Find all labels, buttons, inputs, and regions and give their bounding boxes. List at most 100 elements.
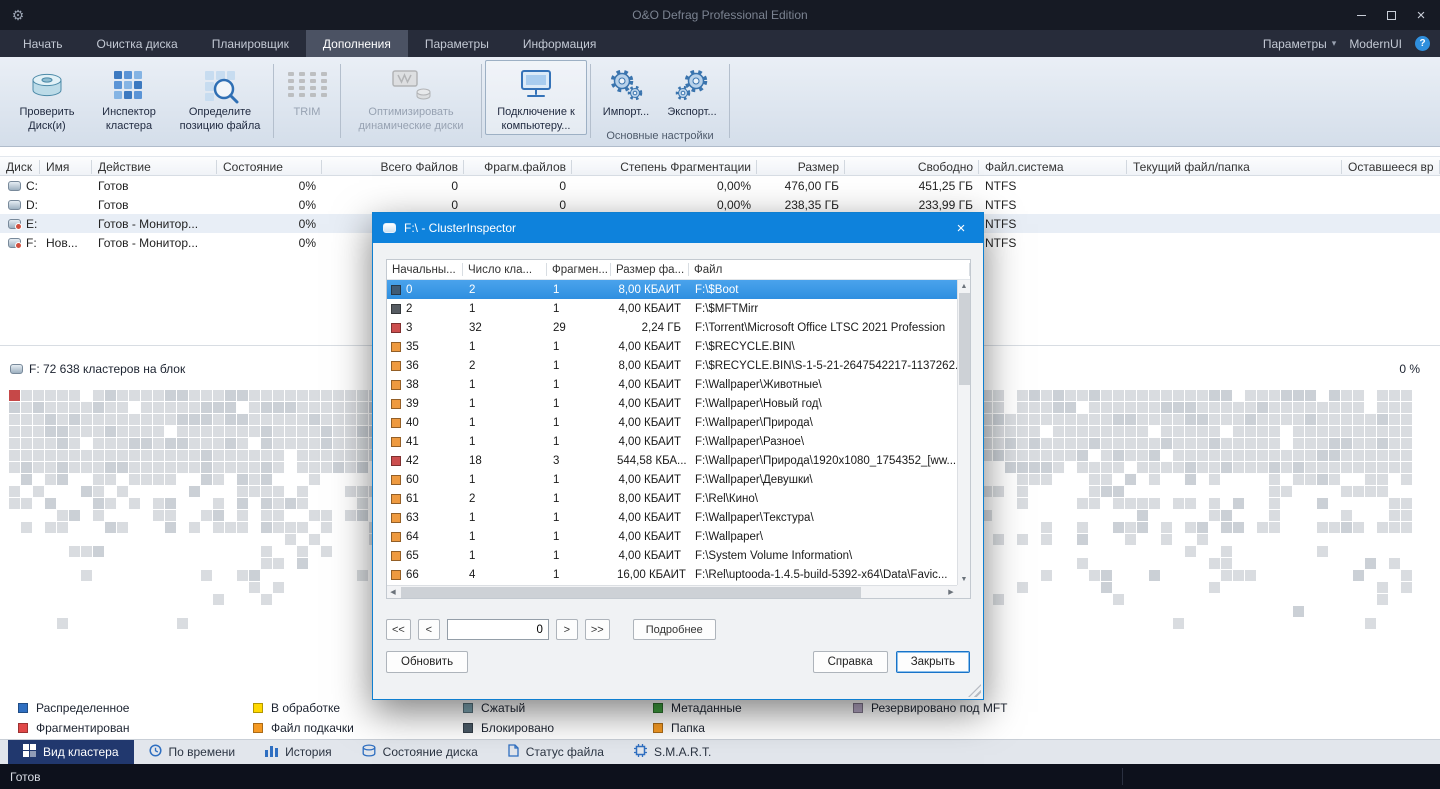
cluster-table-row[interactable]: 42183544,58 КБА...F:\Wallpaper\Природа\1… — [387, 451, 957, 470]
close-dialog-button[interactable]: Закрыть — [896, 651, 970, 673]
cluster-block — [57, 402, 68, 413]
menu-tab-0[interactable]: Начать — [6, 30, 80, 57]
menu-tab-2[interactable]: Планировщик — [195, 30, 306, 57]
view-tab-0[interactable]: Вид кластера — [8, 740, 134, 764]
cluster-block — [1281, 474, 1292, 485]
column-header-11[interactable]: Оставшееся вр — [1342, 157, 1440, 177]
help-icon[interactable]: ? — [1415, 36, 1430, 51]
column-header-3[interactable]: Состояние — [217, 157, 322, 177]
ribbon-button-connect-computer[interactable]: Подключение к компьютеру... — [485, 60, 587, 135]
horizontal-scroll-thumb[interactable] — [401, 587, 861, 598]
close-button[interactable] — [1406, 0, 1436, 30]
view-tab-5[interactable]: S.M.A.R.T. — [619, 740, 726, 764]
options-menu[interactable]: Параметры — [1263, 37, 1327, 51]
ribbon-button-label: Инспектор кластера — [93, 106, 165, 134]
view-tab-4[interactable]: Статус файла — [493, 740, 619, 764]
cluster-block — [1089, 570, 1100, 581]
cluster-block — [1389, 534, 1400, 545]
view-tab-2[interactable]: История — [250, 740, 347, 764]
page-number-input[interactable] — [447, 619, 549, 640]
last-page-button[interactable]: >> — [585, 619, 610, 640]
column-header-4[interactable]: Всего Файлов — [322, 157, 464, 177]
cluster-table-row[interactable]: 35114,00 КБАЙТF:\$RECYCLE.BIN\ — [387, 337, 957, 356]
file-size-cell: 4,00 КБАЙТ — [611, 417, 689, 429]
ribbon-button-import-gear[interactable]: Импорт... — [594, 60, 658, 130]
scroll-left-icon[interactable]: ◀ — [387, 586, 399, 598]
cluster-table-row[interactable]: 60114,00 КБАЙТF:\Wallpaper\Девушки\ — [387, 470, 957, 489]
dialog-close-icon[interactable] — [939, 213, 983, 243]
ribbon-button-file-position[interactable]: Определите позицию файла — [170, 60, 270, 135]
menu-tab-4[interactable]: Параметры — [408, 30, 506, 57]
cluster-table-row[interactable]: 40114,00 КБАЙТF:\Wallpaper\Природа\ — [387, 413, 957, 432]
menu-tab-3[interactable]: Дополнения — [306, 30, 408, 57]
menu-tab-1[interactable]: Очистка диска — [80, 30, 195, 57]
cluster-table-row[interactable]: 65114,00 КБАЙТF:\System Volume Informati… — [387, 546, 957, 565]
cluster-table-row[interactable]: 39114,00 КБАЙТF:\Wallpaper\Новый год\ — [387, 394, 957, 413]
cluster-table-row[interactable]: 41114,00 КБАЙТF:\Wallpaper\Разное\ — [387, 432, 957, 451]
cluster-block — [1005, 474, 1016, 485]
prev-page-button[interactable]: < — [418, 619, 440, 640]
refresh-button[interactable]: Обновить — [386, 651, 468, 673]
cluster-table-row[interactable]: 38114,00 КБАЙТF:\Wallpaper\Животные\ — [387, 375, 957, 394]
ribbon-button-check-disk[interactable]: Проверить Диск(и) — [6, 60, 88, 135]
cluster-block — [1137, 606, 1148, 617]
cluster-block — [993, 606, 1004, 617]
horizontal-scrollbar[interactable]: ◀ ▶ — [387, 585, 957, 598]
maximize-button[interactable] — [1376, 0, 1406, 30]
vertical-scrollbar[interactable]: ▲ ▼ — [957, 280, 970, 585]
cluster-table-row[interactable]: 0218,00 КБАЙТF:\$Boot — [387, 280, 957, 299]
view-tab-3[interactable]: Состояние диска — [347, 740, 493, 764]
modernui-menu[interactable]: ModernUI — [1349, 37, 1402, 51]
first-page-button[interactable]: << — [386, 619, 411, 640]
help-button[interactable]: Справка — [813, 651, 888, 673]
column-header-9[interactable]: Файл.система — [979, 157, 1127, 177]
cluster-block — [93, 534, 104, 545]
column-header-0[interactable]: Диск — [0, 157, 40, 177]
cluster-block — [213, 510, 224, 521]
cluster-block — [1221, 414, 1232, 425]
column-header-10[interactable]: Текущий файл/папка — [1127, 157, 1342, 177]
minimize-button[interactable] — [1346, 0, 1376, 30]
column-header-2[interactable]: Действие — [92, 157, 217, 177]
details-button[interactable]: Подробнее — [633, 619, 716, 640]
file-path-cell: F:\Wallpaper\ — [689, 531, 957, 543]
cluster-block — [1137, 474, 1148, 485]
resize-grip[interactable] — [968, 684, 981, 697]
view-tab-1[interactable]: По времени — [134, 740, 251, 764]
cluster-table-row[interactable]: 64114,00 КБАЙТF:\Wallpaper\ — [387, 527, 957, 546]
cluster-table-row[interactable]: 664116,00 КБАЙТF:\Rel\uptooda-1.4.5-buil… — [387, 565, 957, 584]
column-header-7[interactable]: Размер — [757, 157, 845, 177]
vertical-scroll-thumb[interactable] — [959, 293, 970, 385]
cluster-table-row[interactable]: 2114,00 КБАЙТF:\$MFTMirr — [387, 299, 957, 318]
cluster-table-row[interactable]: 63114,00 КБАЙТF:\Wallpaper\Текстура\ — [387, 508, 957, 527]
column-header-5[interactable]: Фрагм.файлов — [464, 157, 572, 177]
menu-tab-5[interactable]: Информация — [506, 30, 613, 57]
dialog-column-header-4[interactable]: Файл — [689, 260, 970, 279]
column-header-8[interactable]: Свободно — [845, 157, 979, 177]
scroll-down-icon[interactable]: ▼ — [958, 573, 970, 585]
ribbon-button-export-gear[interactable]: Экспорт... — [658, 60, 726, 130]
scroll-right-icon[interactable]: ▶ — [945, 586, 957, 598]
cluster-table-row[interactable]: 61218,00 КБАЙТF:\Rel\Кино\ — [387, 489, 957, 508]
ribbon-button-cluster-inspector[interactable]: Инспектор кластера — [88, 60, 170, 135]
status-separator — [1122, 768, 1123, 785]
column-header-6[interactable]: Степень Фрагментации — [572, 157, 757, 177]
scroll-up-icon[interactable]: ▲ — [958, 280, 970, 292]
cluster-block — [1005, 534, 1016, 545]
ribbon-group: TRIM — [277, 60, 337, 146]
cluster-block — [1089, 522, 1100, 533]
cluster-block — [1269, 522, 1280, 533]
drive-cell: 0 — [464, 198, 572, 212]
dialog-column-header-1[interactable]: Число кла... — [463, 260, 547, 279]
next-page-button[interactable]: > — [556, 619, 578, 640]
cluster-table-row[interactable]: 36218,00 КБАЙТF:\$RECYCLE.BIN\S-1-5-21-2… — [387, 356, 957, 375]
cluster-table-row[interactable]: 332292,24 ГБF:\Torrent\Microsoft Office … — [387, 318, 957, 337]
dialog-column-header-3[interactable]: Размер фа... — [611, 260, 689, 279]
cluster-block — [1029, 618, 1040, 629]
column-header-1[interactable]: Имя — [40, 157, 92, 177]
cluster-block — [321, 390, 332, 401]
cluster-block — [189, 546, 200, 557]
dialog-column-header-0[interactable]: Начальны... — [387, 260, 463, 279]
dialog-column-header-2[interactable]: Фрагмен... — [547, 260, 611, 279]
drive-row-C[interactable]: C:Готов0%000,00%476,00 ГБ451,25 ГБNTFS — [0, 176, 1440, 195]
